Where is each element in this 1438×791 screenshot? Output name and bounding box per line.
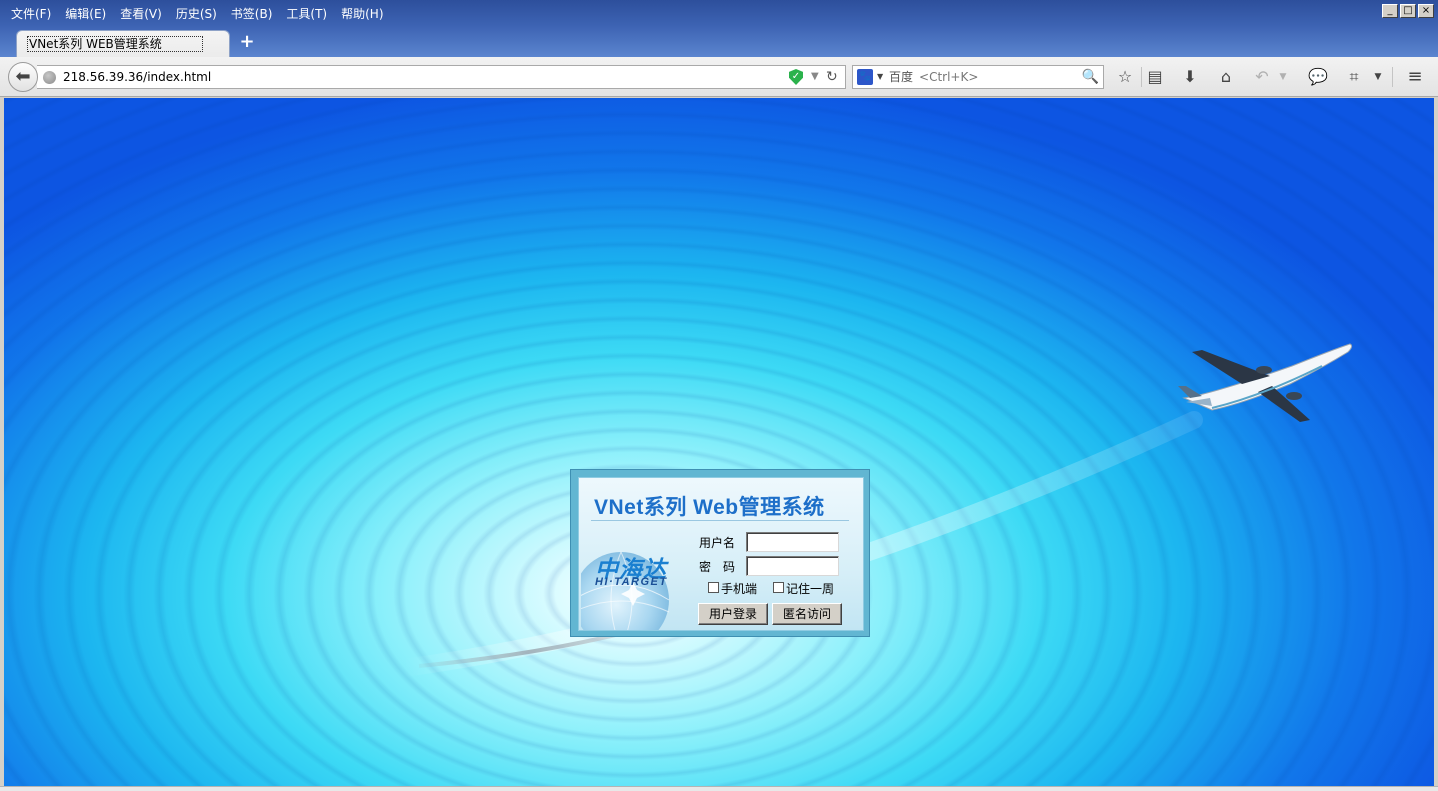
navigation-toolbar: 218.56.39.36/index.html ✓ ▼ ↻ ⬅ 🐾 ▼ 百度 <C… [0,57,1438,97]
remember-label: 记住一周 [786,582,835,596]
window-controls: _ □ × [1382,4,1434,18]
login-title: VNet系列 Web管理系统 [594,496,825,519]
menu-bookmarks[interactable]: 书签(B) [224,5,280,23]
reload-icon[interactable]: ↻ [826,68,838,86]
download-icon[interactable]: ⬇ [1178,65,1202,89]
anonymous-access-button[interactable]: 匿名访问 [772,603,842,625]
home-icon[interactable]: ⌂ [1214,65,1238,89]
mobile-checkbox[interactable] [708,582,719,593]
tab-title: VNet系列 WEB管理系统 [27,36,203,52]
back-button[interactable]: ⬅ [8,62,38,92]
new-tab-button[interactable]: + [238,32,256,52]
undo-icon[interactable]: ↶ [1250,65,1274,89]
menu-view[interactable]: 查看(V) [113,5,169,23]
star-icon[interactable]: ☆ [1113,65,1137,89]
browser-window: 文件(F) 编辑(E) 查看(V) 历史(S) 书签(B) 工具(T) 帮助(H… [0,0,1438,791]
menu-file[interactable]: 文件(F) [4,5,58,23]
status-bar [0,786,1438,791]
close-button[interactable]: × [1418,4,1434,18]
minimize-button[interactable]: _ [1382,4,1398,18]
shield-icon[interactable]: ✓ [789,69,803,85]
search-bar[interactable]: 🐾 ▼ 百度 <Ctrl+K> 🔍 [852,65,1104,89]
search-placeholder: <Ctrl+K> [919,70,979,84]
search-input[interactable]: 百度 <Ctrl+K> [889,70,978,85]
tab-active[interactable]: VNet系列 WEB管理系统 [16,30,230,57]
menu-history[interactable]: 历史(S) [169,5,224,23]
remember-checkbox[interactable] [773,582,784,593]
username-label: 用户名 [699,536,736,550]
menu-bar: 文件(F) 编辑(E) 查看(V) 历史(S) 书签(B) 工具(T) 帮助(H… [4,5,391,23]
globe-icon [43,71,56,84]
brand-logo-en: HI·TARGET [595,576,668,588]
title-divider [591,520,849,521]
toolbar-separator [1141,67,1142,87]
password-field[interactable] [746,556,839,576]
crop-icon[interactable]: ⌗ [1342,65,1366,89]
menu-tools[interactable]: 工具(T) [279,5,334,23]
airplane-graphic [1178,343,1353,422]
chat-icon[interactable]: 💬 [1306,65,1330,89]
crop-dropdown-icon[interactable]: ▼ [1370,65,1386,89]
baidu-paw-icon[interactable]: 🐾 [857,69,873,85]
hamburger-icon[interactable]: ≡ [1403,65,1427,89]
login-panel: VNet系列 Web管理系统 中海达 HI·TARGET 用户名 密 码 手机端… [570,469,870,637]
url-bar[interactable]: 218.56.39.36/index.html ✓ ▼ ↻ [37,65,846,89]
mobile-label: 手机端 [721,582,758,596]
clipboard-icon[interactable]: ▤ [1143,65,1167,89]
url-dropdown-icon[interactable]: ▼ [811,69,819,85]
maximize-button[interactable]: □ [1400,4,1416,18]
page-content: VNet系列 Web管理系统 中海达 HI·TARGET 用户名 密 码 手机端… [4,98,1434,786]
magnifier-icon[interactable]: 🔍 [1082,68,1099,86]
menu-help[interactable]: 帮助(H) [334,5,390,23]
login-panel-inner: VNet系列 Web管理系统 中海达 HI·TARGET 用户名 密 码 手机端… [578,477,864,631]
url-text[interactable]: 218.56.39.36/index.html [63,70,211,85]
back-arrow-icon: ⬅ [15,66,31,87]
menu-edit[interactable]: 编辑(E) [58,5,113,23]
undo-dropdown-icon[interactable]: ▼ [1276,65,1290,89]
password-label: 密 码 [699,560,736,574]
login-button[interactable]: 用户登录 [698,603,768,625]
title-bar: 文件(F) 编辑(E) 查看(V) 历史(S) 书签(B) 工具(T) 帮助(H… [0,0,1438,57]
contrail-graphic [395,411,1203,677]
username-field[interactable] [746,532,839,552]
search-engine-name: 百度 [889,70,914,84]
toolbar-separator [1392,67,1393,87]
engine-dropdown-icon[interactable]: ▼ [877,70,883,84]
